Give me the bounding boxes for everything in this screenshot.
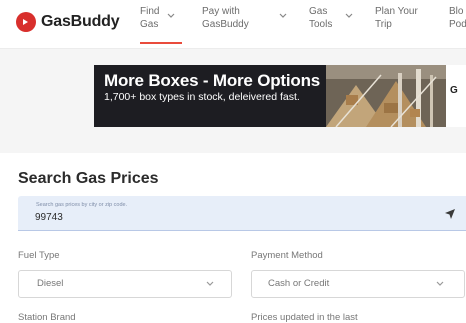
search-input-label: Search gas prices by city or zip code. (36, 202, 128, 208)
search-title: Search Gas Prices (18, 170, 159, 187)
nav-plan-your-trip-label: Plan Your Trip (375, 6, 418, 30)
ad-side-panel: G (446, 65, 466, 127)
prices-updated-label: Prices updated in the last (251, 312, 358, 323)
nav-pay-with-gasbuddy[interactable]: Pay with GasBuddy (202, 5, 287, 43)
gasbuddy-logo[interactable]: GasBuddy (16, 8, 120, 36)
nav-active-indicator (140, 42, 182, 44)
top-header: GasBuddy Find Gas Pay with GasBuddy Gas … (0, 0, 466, 49)
fuel-type-label: Fuel Type (18, 250, 60, 261)
nav-find-gas[interactable]: Find Gas (140, 5, 175, 43)
location-arrow-icon[interactable] (444, 208, 456, 220)
chevron-down-icon (168, 13, 175, 18)
nav-find-gas-label: Find Gas (140, 6, 160, 30)
nav-plan-your-trip[interactable]: Plan Your Trip (375, 5, 418, 43)
ad-banner[interactable]: More Boxes - More Options 1,700+ box typ… (94, 65, 466, 127)
nav-blog-podcast[interactable]: Blo Pod (449, 5, 466, 43)
payment-method-label: Payment Method (251, 250, 323, 261)
search-box[interactable]: Search gas prices by city or zip code. (18, 196, 466, 231)
chevron-down-icon (279, 13, 287, 18)
payment-method-value: Cash or Credit (268, 278, 330, 289)
nav-gas-tools[interactable]: Gas Tools (309, 5, 353, 43)
fuel-type-value: Diesel (37, 278, 64, 289)
station-brand-label: Station Brand (18, 312, 76, 323)
ad-subtitle: 1,700+ box types in stock, deleivered fa… (104, 91, 300, 103)
ad-title: More Boxes - More Options (104, 71, 321, 90)
logo-text: GasBuddy (41, 13, 120, 30)
ad-area: More Boxes - More Options 1,700+ box typ… (0, 49, 466, 153)
nav-blog-podcast-label: Blo Pod (449, 6, 466, 30)
search-input[interactable] (35, 212, 335, 223)
nav-pay-with-gasbuddy-label: Pay with GasBuddy (202, 6, 249, 30)
warehouse-photo-image (326, 65, 446, 127)
chevron-down-icon (206, 281, 214, 286)
gasbuddy-logo-icon (16, 12, 36, 32)
chevron-down-icon (436, 281, 444, 286)
fuel-type-select[interactable]: Diesel (18, 270, 232, 298)
ad-side-text: G (450, 85, 458, 96)
chevron-down-icon (345, 13, 353, 18)
payment-method-select[interactable]: Cash or Credit (251, 270, 465, 298)
nav-gas-tools-label: Gas Tools (309, 6, 333, 30)
